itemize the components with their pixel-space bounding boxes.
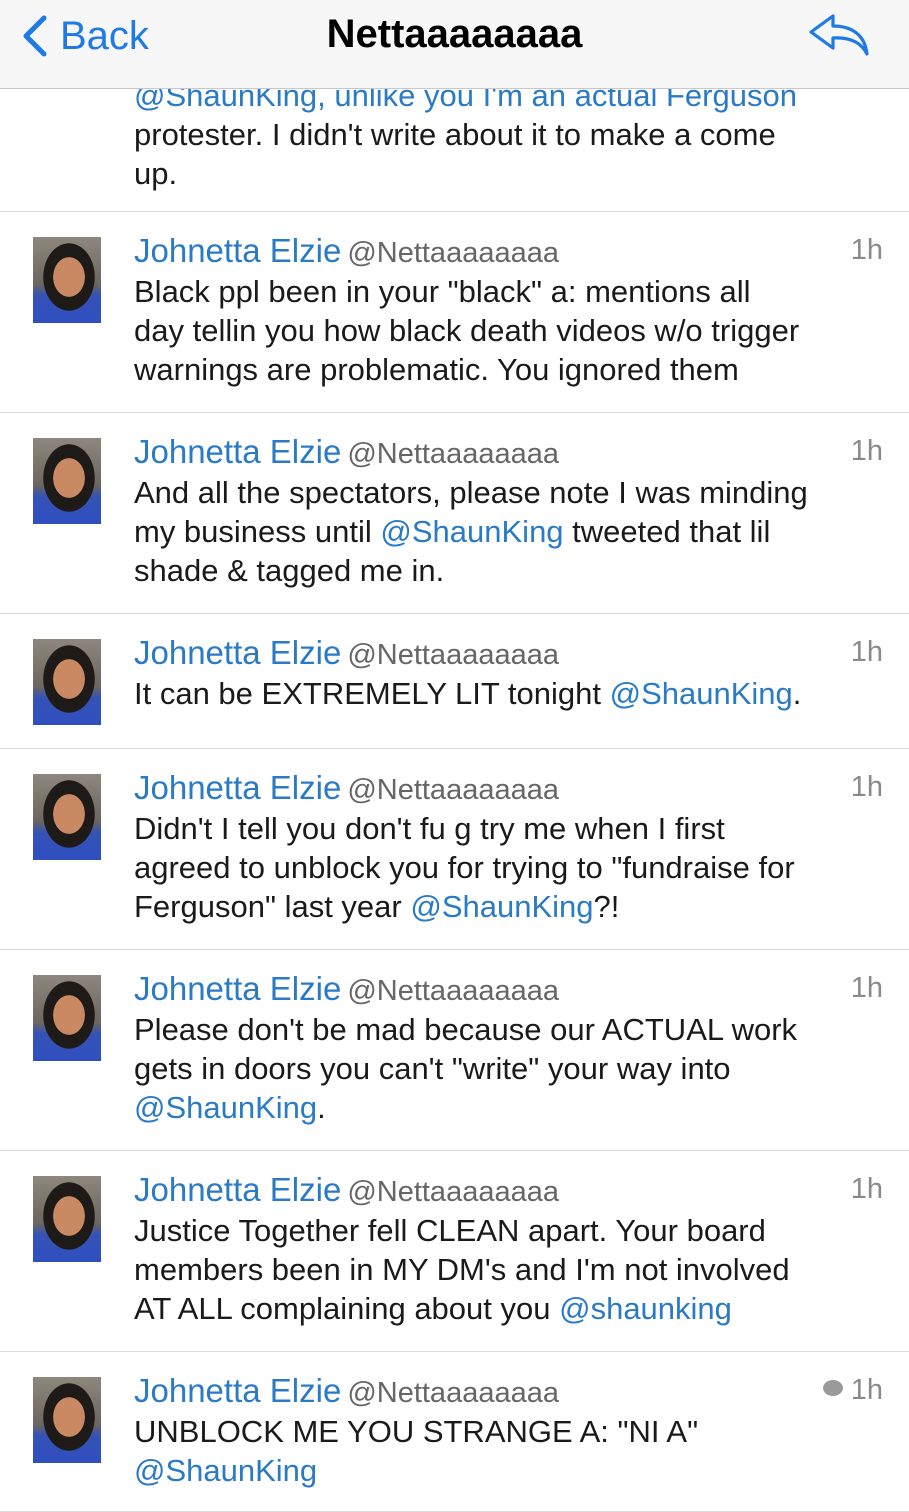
mention-link[interactable]: @ShaunKing [134, 1090, 317, 1125]
timestamp: 1h [850, 972, 883, 1004]
timestamp: 1h [850, 1173, 883, 1205]
author-name[interactable]: Johnetta Elzie [134, 232, 341, 269]
tweet-text: Black ppl been in your "black" a: mentio… [134, 272, 883, 389]
author-name[interactable]: Johnetta Elzie [134, 433, 341, 470]
tweet-body: Johnetta Elzie @Nettaaaaaaaa 1h Didn't I te… [134, 769, 883, 926]
back-button[interactable]: Back [18, 10, 149, 62]
author-name[interactable]: Johnetta Elzie [134, 634, 341, 671]
tweet-text: UNBLOCK ME YOU STRANGE A: "NI A" @ShaunK… [134, 1412, 883, 1490]
mention-link[interactable]: @ShaunKing [410, 889, 593, 924]
avatar[interactable] [33, 1377, 101, 1463]
tweet-body: Johnetta Elzie @Nettaaaaaaaa 1h Justice Tog… [134, 1171, 883, 1328]
tweet-body: Johnetta Elzie @Nettaaaaaaaa 1h Black ppl b… [134, 232, 883, 389]
partial-line-3: up. [134, 156, 178, 191]
chevron-left-icon [23, 15, 47, 57]
tweet-row[interactable]: Johnetta Elzie @Nettaaaaaaaa 1h Didn't I te… [0, 749, 909, 950]
tweet-row[interactable]: Johnetta Elzie @Nettaaaaaaaa 1h Please don'… [0, 950, 909, 1151]
tweet-header: Johnetta Elzie @Nettaaaaaaaa 1h [134, 433, 883, 473]
tweet-text: And all the spectators, please note I wa… [134, 473, 883, 590]
author-handle: @Nettaaaaaaaa [347, 774, 559, 806]
author-name[interactable]: Johnetta Elzie [134, 1171, 341, 1208]
author-handle: @Nettaaaaaaaa [347, 237, 559, 269]
tweet-text-segment: UNBLOCK ME YOU STRANGE A: "NI A" [134, 1414, 699, 1449]
tweet-header: Johnetta Elzie @Nettaaaaaaaa 1h [134, 1171, 883, 1211]
timestamp: 1h [850, 636, 883, 668]
navigation-bar: Back Nettaaaaaaaa [0, 0, 909, 89]
tweet-row[interactable]: Johnetta Elzie @Nettaaaaaaaa 1h UNBLOCK ME … [0, 1352, 909, 1512]
timestamp: 1h [822, 1374, 883, 1407]
conversation-bubble-icon [822, 1380, 843, 1397]
timestamp: 1h [850, 435, 883, 467]
tweet-text-segment: . [317, 1090, 326, 1125]
avatar[interactable] [33, 1176, 101, 1262]
timestamp: 1h [850, 234, 883, 266]
author-handle: @Nettaaaaaaaa [347, 975, 559, 1007]
tweet-row[interactable]: Johnetta Elzie @Nettaaaaaaaa 1h It can be E… [0, 614, 909, 749]
tweet-text: It can be EXTREMELY LIT tonight @ShaunKi… [134, 674, 883, 713]
tweet-header: Johnetta Elzie @Nettaaaaaaaa 1h [134, 232, 883, 272]
tweet-body: Johnetta Elzie @Nettaaaaaaaa 1h And all the… [134, 433, 883, 590]
tweet-text-segment: ?! [593, 889, 620, 924]
tweet-body: Johnetta Elzie @Nettaaaaaaaa 1h It can be E… [134, 634, 883, 713]
tweet-row[interactable]: Johnetta Elzie @Nettaaaaaaaa 1h Black ppl b… [0, 212, 909, 413]
tweet-text-segment: . [792, 676, 802, 711]
author-handle: @Nettaaaaaaaa [347, 1377, 559, 1409]
avatar[interactable] [33, 438, 101, 524]
author-handle: @Nettaaaaaaaa [347, 639, 559, 671]
tweet-header: Johnetta Elzie @Nettaaaaaaaa 1h [134, 769, 883, 809]
tweet-text: Justice Together fell CLEAN apart. Your … [134, 1211, 883, 1328]
author-name[interactable]: Johnetta Elzie [134, 769, 341, 806]
back-label: Back [60, 13, 149, 58]
author-handle: @Nettaaaaaaaa [347, 438, 559, 470]
tweet-body: Johnetta Elzie @Nettaaaaaaaa 1h Please don'… [134, 970, 883, 1127]
mention-link[interactable]: @ShaunKing [610, 676, 793, 711]
tweet-header: Johnetta Elzie @Nettaaaaaaaa 1h [134, 1372, 883, 1412]
partial-line-2: protester. I didn't write about it to ma… [134, 117, 776, 152]
mention-link[interactable]: @ShaunKing [380, 514, 563, 549]
tweet-row[interactable]: Johnetta Elzie @Nettaaaaaaaa 1h And all the… [0, 413, 909, 614]
author-name[interactable]: Johnetta Elzie [134, 1372, 341, 1409]
partial-tweet-text: @ShaunKing, unlike you I'm an actual Fer… [134, 76, 883, 193]
tweet-body: Johnetta Elzie @Nettaaaaaaaa 1h UNBLOCK ME … [134, 1372, 883, 1490]
tweet-text-segment: Black ppl been in your "black" a: mentio… [134, 274, 800, 387]
author-handle: @Nettaaaaaaaa [347, 1176, 559, 1208]
tweet-text: Please don't be mad because our ACTUAL w… [134, 1010, 883, 1127]
tweet-text: Didn't I tell you don't fu g try me when… [134, 809, 883, 926]
avatar[interactable] [33, 639, 101, 725]
timestamp: 1h [850, 771, 883, 803]
mention-link[interactable]: @ShaunKing [134, 1453, 317, 1488]
reply-icon[interactable] [807, 10, 871, 60]
author-name[interactable]: Johnetta Elzie [134, 970, 341, 1007]
tweet-text-segment: Please don't be mad because our ACTUAL w… [134, 1012, 798, 1086]
tweet-header: Johnetta Elzie @Nettaaaaaaaa 1h [134, 634, 883, 674]
avatar[interactable] [33, 975, 101, 1061]
mention-link[interactable]: @shaunking [559, 1291, 732, 1326]
tweet-text-segment: It can be EXTREMELY LIT tonight [134, 676, 610, 711]
avatar[interactable] [33, 237, 101, 323]
tweet-row[interactable]: Johnetta Elzie @Nettaaaaaaaa 1h Justice Tog… [0, 1151, 909, 1352]
tweet-header: Johnetta Elzie @Nettaaaaaaaa 1h [134, 970, 883, 1010]
avatar[interactable] [33, 774, 101, 860]
